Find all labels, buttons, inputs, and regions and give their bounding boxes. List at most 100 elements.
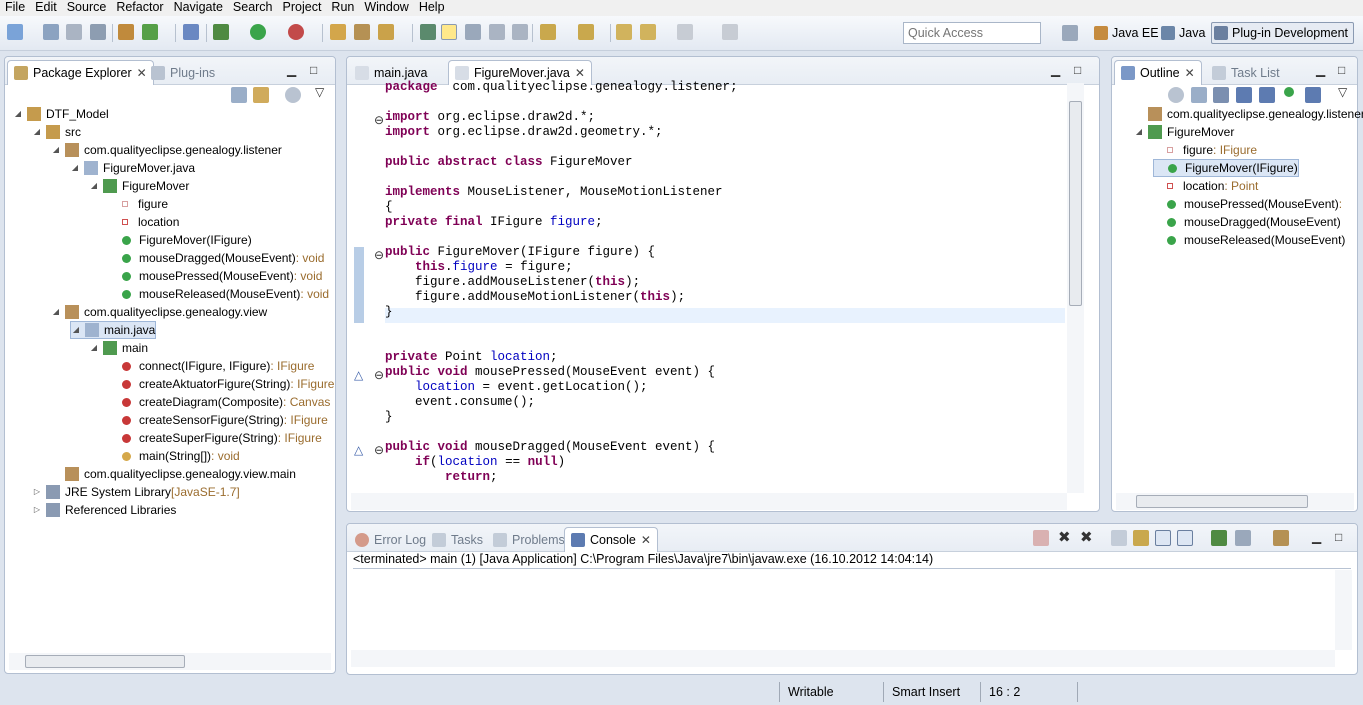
tab-tasks[interactable]: Tasks xyxy=(426,527,489,552)
highlight-icon[interactable] xyxy=(441,24,457,40)
last-edit-icon[interactable] xyxy=(616,24,632,40)
refresh-icon[interactable] xyxy=(142,24,158,40)
menu-refactor[interactable]: Refactor xyxy=(111,0,168,16)
minimize-icon[interactable]: ▁ xyxy=(1316,63,1325,77)
expand-open-icon[interactable]: ◢ xyxy=(13,105,23,123)
tree-item[interactable]: ◢ DTF_Model xyxy=(13,105,109,123)
scroll-thumb[interactable] xyxy=(25,655,185,668)
hide-fields-icon[interactable] xyxy=(1236,87,1252,103)
editor-hscrollbar[interactable] xyxy=(351,493,1067,510)
previous-annotation-icon[interactable] xyxy=(578,24,594,40)
tree-item[interactable]: ◢ com.qualityeclipse.genealogy.view xyxy=(51,303,267,321)
collapse-all-icon[interactable] xyxy=(231,87,247,103)
focus-icon[interactable] xyxy=(1168,87,1184,103)
debug-icon[interactable] xyxy=(213,24,229,40)
next-annotation-icon[interactable] xyxy=(540,24,556,40)
focus-icon[interactable] xyxy=(285,87,301,103)
menu-search[interactable]: Search xyxy=(228,0,278,16)
link-with-editor-icon[interactable] xyxy=(253,87,269,103)
forward-icon[interactable] xyxy=(677,24,693,40)
tab-task-list[interactable]: Task List xyxy=(1206,60,1286,85)
tree-item[interactable]: createSuperFigure(String) : IFigure xyxy=(108,429,322,447)
tree-item[interactable]: com.qualityeclipse.genealogy.view.main xyxy=(51,465,296,483)
tab-plug-ins[interactable]: Plug-ins xyxy=(145,60,221,85)
terminate-icon[interactable] xyxy=(1033,530,1049,546)
minimize-icon[interactable]: ▁ xyxy=(1051,63,1060,77)
outline-item[interactable]: com.qualityeclipse.genealogy.listener xyxy=(1134,105,1363,123)
search-icon[interactable] xyxy=(378,24,394,40)
tree-item[interactable]: createAktuatorFigure(String) : IFigure xyxy=(108,375,334,393)
tree-item[interactable]: createDiagram(Composite) : Canvas xyxy=(108,393,330,411)
expand-open-icon[interactable]: ◢ xyxy=(51,303,61,321)
expand-open-icon[interactable]: ◢ xyxy=(71,321,81,339)
outline-hscrollbar[interactable] xyxy=(1116,493,1354,510)
quick-access-input[interactable] xyxy=(903,22,1041,44)
outline-item[interactable]: mouseDragged(MouseEvent) xyxy=(1153,213,1341,231)
menu-file[interactable]: File xyxy=(0,0,30,16)
menu-help[interactable]: Help xyxy=(414,0,450,16)
code-editor[interactable]: package com.qualityeclipse.genealogy.lis… xyxy=(385,80,1085,485)
minimize-icon[interactable]: ▁ xyxy=(287,63,296,77)
paragraph-icon[interactable] xyxy=(512,24,528,40)
expand-closed-icon[interactable]: ▷ xyxy=(32,483,42,501)
tree-item[interactable]: ◢ main xyxy=(89,339,148,357)
clear-console-icon[interactable] xyxy=(1111,530,1127,546)
console-vscrollbar[interactable] xyxy=(1335,570,1352,650)
save-all-icon[interactable] xyxy=(66,24,82,40)
expand-open-icon[interactable]: ◢ xyxy=(70,159,80,177)
build-icon[interactable] xyxy=(118,24,134,40)
tree-item[interactable]: ◢ com.qualityeclipse.genealogy.listener xyxy=(51,141,282,159)
outline-item[interactable]: FigureMover(IFigure) xyxy=(1153,159,1299,177)
hide-local-types-icon[interactable] xyxy=(1305,87,1321,103)
sort-icon[interactable] xyxy=(1213,87,1229,103)
hide-nonpublic-icon[interactable] xyxy=(1284,87,1294,97)
pin-editor-icon[interactable] xyxy=(722,24,738,40)
fold-icon[interactable]: ⊖ xyxy=(374,113,384,127)
open-task-icon[interactable] xyxy=(354,24,370,40)
open-perspective-icon[interactable] xyxy=(1062,25,1078,41)
menu-window[interactable]: Window xyxy=(359,0,413,16)
expand-open-icon[interactable]: ◢ xyxy=(1134,123,1144,141)
tree-item[interactable]: mousePressed(MouseEvent) : void xyxy=(108,267,322,285)
tree-item[interactable]: main(String[]) : void xyxy=(108,447,240,465)
show-stdout-icon[interactable] xyxy=(1155,530,1171,546)
tab-problems[interactable]: Problems xyxy=(487,527,571,552)
tree-item[interactable]: ◢ src xyxy=(32,123,81,141)
tree-item[interactable]: createSensorFigure(String) : IFigure xyxy=(108,411,328,429)
expand-open-icon[interactable]: ◢ xyxy=(89,177,99,195)
remove-launch-icon[interactable]: ✖ xyxy=(1058,528,1071,546)
tab-error-log[interactable]: Error Log xyxy=(349,527,432,552)
show-whitespace-icon[interactable] xyxy=(489,24,505,40)
tab-console[interactable]: Console ✕ xyxy=(564,527,658,552)
tree-item[interactable]: ◢ FigureMover.java xyxy=(70,159,195,177)
perspective-plugin-development[interactable]: Plug-in Development xyxy=(1211,22,1354,44)
expand-closed-icon[interactable]: ▷ xyxy=(32,501,42,519)
perspective-java[interactable]: Java xyxy=(1159,22,1209,44)
menu-edit[interactable]: Edit xyxy=(30,0,62,16)
tree-item[interactable]: ◢ main.java xyxy=(70,321,157,339)
toggle-mark-occurrences-icon[interactable] xyxy=(420,24,436,40)
tree-item[interactable]: ▷ Referenced Libraries xyxy=(32,501,176,519)
open-type-icon[interactable] xyxy=(330,24,346,40)
external-tools-icon[interactable] xyxy=(288,24,304,40)
run-icon[interactable] xyxy=(250,24,266,40)
tab-outline[interactable]: Outline ✕ xyxy=(1114,60,1202,85)
scroll-thumb[interactable] xyxy=(1136,495,1308,508)
skip-breakpoints-icon[interactable] xyxy=(183,24,199,40)
maximize-icon[interactable]: □ xyxy=(1335,530,1342,544)
maximize-icon[interactable]: □ xyxy=(1338,63,1345,77)
package-explorer-hscrollbar[interactable] xyxy=(9,653,331,670)
menu-source[interactable]: Source xyxy=(62,0,112,16)
tree-item[interactable]: connect(IFigure, IFigure) : IFigure xyxy=(108,357,314,375)
print-icon[interactable] xyxy=(90,24,106,40)
perspective-java-ee[interactable]: Java EE xyxy=(1092,22,1163,44)
tree-item[interactable]: FigureMover(IFigure) xyxy=(108,231,252,249)
display-console-icon[interactable] xyxy=(1235,530,1251,546)
block-selection-icon[interactable] xyxy=(465,24,481,40)
tree-item[interactable]: ▷ JRE System Library [JavaSE-1.7] xyxy=(32,483,240,501)
fold-icon[interactable]: ⊖ xyxy=(374,443,384,457)
menu-navigate[interactable]: Navigate xyxy=(169,0,228,16)
expand-open-icon[interactable]: ◢ xyxy=(32,123,42,141)
save-icon[interactable] xyxy=(43,24,59,40)
new-icon[interactable] xyxy=(7,24,23,40)
